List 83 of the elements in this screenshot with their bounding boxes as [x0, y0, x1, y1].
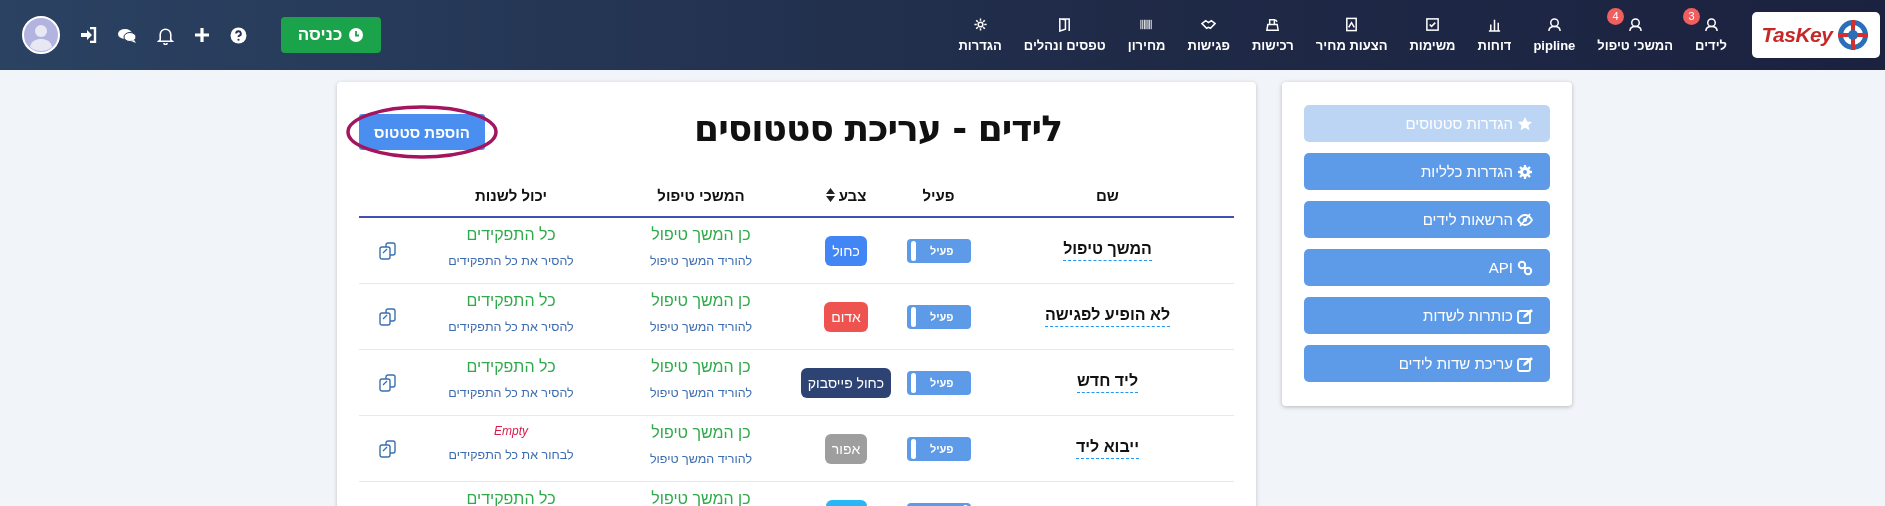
sign-in-icon[interactable]	[80, 27, 97, 43]
copy-icon[interactable]	[378, 307, 397, 326]
gear-icon	[1517, 163, 1533, 180]
continue-link[interactable]: כן המשך טיפול	[651, 292, 751, 310]
active-toggle[interactable]: פעיל	[906, 238, 971, 263]
column-header: יכול לשנות	[474, 186, 548, 204]
status-name[interactable]: ייבוא ליד	[1075, 438, 1140, 459]
continue-link[interactable]: כן המשך טיפול	[651, 424, 751, 442]
permissions-link[interactable]: כל התפקידים	[466, 292, 556, 310]
chat-icon[interactable]	[117, 26, 137, 44]
nav-item[interactable]: הצעות מחיר	[1304, 17, 1399, 53]
color-tag: אדום	[824, 301, 868, 332]
remove-continue-link[interactable]: להוריד המשך טיפול	[649, 452, 753, 466]
status-name[interactable]: לא הופיע לפגישה	[1044, 306, 1171, 327]
gear-icon	[972, 17, 988, 32]
add-status-button[interactable]: הוספת סטטוס	[359, 114, 485, 150]
handshake-icon	[1201, 17, 1217, 32]
permissions-link[interactable]: כל התפקידים	[466, 226, 556, 244]
edit-icon	[1517, 307, 1533, 324]
barcode-icon	[1139, 17, 1155, 32]
person-icon	[1546, 17, 1562, 32]
logo[interactable]: TasKey	[1752, 12, 1880, 58]
permissions-action-link[interactable]: להסיר את כל התפקידים	[448, 254, 574, 268]
active-toggle[interactable]: פעיל	[906, 370, 971, 395]
logo-emblem-icon	[1836, 18, 1871, 52]
active-toggle[interactable]: פעיל	[906, 436, 971, 461]
column-header: המשכי טיפול	[657, 186, 745, 204]
checkbox-icon	[1425, 17, 1440, 32]
bell-icon[interactable]	[157, 25, 174, 45]
permissions-action-link[interactable]: לבחור את כל התפקידים	[448, 448, 574, 462]
nav-item[interactable]: דוחות	[1466, 17, 1523, 53]
sidebar-item[interactable]: API	[1304, 249, 1550, 286]
status-name[interactable]: ליד חדש	[1076, 372, 1139, 393]
sidebar-item[interactable]: הגדרות כלליות	[1304, 153, 1550, 190]
copy-icon[interactable]	[378, 373, 397, 392]
remove-continue-link[interactable]: להוריד המשך טיפול	[649, 386, 753, 400]
nav-item[interactable]: הגדרות	[947, 17, 1013, 53]
person-icon	[1627, 17, 1643, 32]
cash-register-icon	[1265, 17, 1281, 32]
clock-icon	[348, 27, 365, 43]
active-toggle[interactable]: פעיל	[906, 304, 971, 329]
continue-link[interactable]: כן המשך טיפול	[651, 226, 751, 244]
document-icon	[1344, 17, 1360, 32]
status-name[interactable]: המשך טיפול	[1063, 240, 1152, 261]
nav-item[interactable]: מחירון	[1116, 17, 1177, 53]
column-header: שם	[1096, 186, 1119, 204]
eye-slash-icon	[1517, 211, 1533, 228]
permissions-action-link[interactable]: להסיר את כל התפקידים	[448, 386, 574, 400]
color-tag: כחול	[825, 235, 867, 266]
bar-chart-icon	[1487, 17, 1502, 32]
sort-icon[interactable]	[825, 188, 835, 202]
column-header[interactable]: צבע	[838, 186, 867, 204]
page-title: לידים - עריכת סטטוסים	[693, 107, 1063, 149]
notification-badge: 4	[1607, 8, 1625, 25]
clock-in-button[interactable]: כניסה	[281, 17, 381, 53]
nav-item[interactable]: pipline	[1522, 17, 1587, 53]
permissions-action-link[interactable]: להסיר את כל התפקידים	[448, 320, 574, 334]
person-icon	[1703, 17, 1719, 32]
sidebar-item[interactable]: עריכת שדות לידים	[1304, 345, 1550, 382]
permissions-link[interactable]: כל התפקידים	[466, 358, 556, 376]
nav-item[interactable]: טפסים ונהלים	[1012, 17, 1117, 53]
nav-item[interactable]: רכישות	[1240, 17, 1305, 53]
star-icon	[1517, 115, 1533, 132]
permissions-link[interactable]: Empty	[494, 424, 528, 438]
plus-icon[interactable]	[194, 27, 210, 43]
copy-icon[interactable]	[378, 241, 397, 260]
edit-icon	[1517, 355, 1533, 372]
color-tag: אפור	[824, 433, 868, 464]
column-header: פעיל	[922, 186, 955, 204]
copy-icon[interactable]	[378, 439, 397, 458]
sidebar-item[interactable]: הרשאות לידים	[1304, 201, 1550, 238]
remove-continue-link[interactable]: להוריד המשך טיפול	[649, 254, 753, 268]
help-icon[interactable]	[230, 26, 247, 44]
door-icon	[1057, 17, 1073, 32]
notification-badge: 3	[1683, 8, 1701, 25]
nav-item[interactable]: משימות	[1398, 17, 1467, 53]
remove-continue-link[interactable]: להוריד המשך טיפול	[649, 320, 753, 334]
link-icon	[1517, 259, 1533, 276]
continue-link[interactable]: כן המשך טיפול	[651, 358, 751, 376]
nav-item[interactable]: פגישות	[1176, 17, 1241, 53]
avatar-icon[interactable]	[22, 16, 60, 54]
color-tag: כחול פייסבוק	[800, 367, 892, 398]
sidebar-item[interactable]: כותרות לשדות	[1304, 297, 1550, 334]
